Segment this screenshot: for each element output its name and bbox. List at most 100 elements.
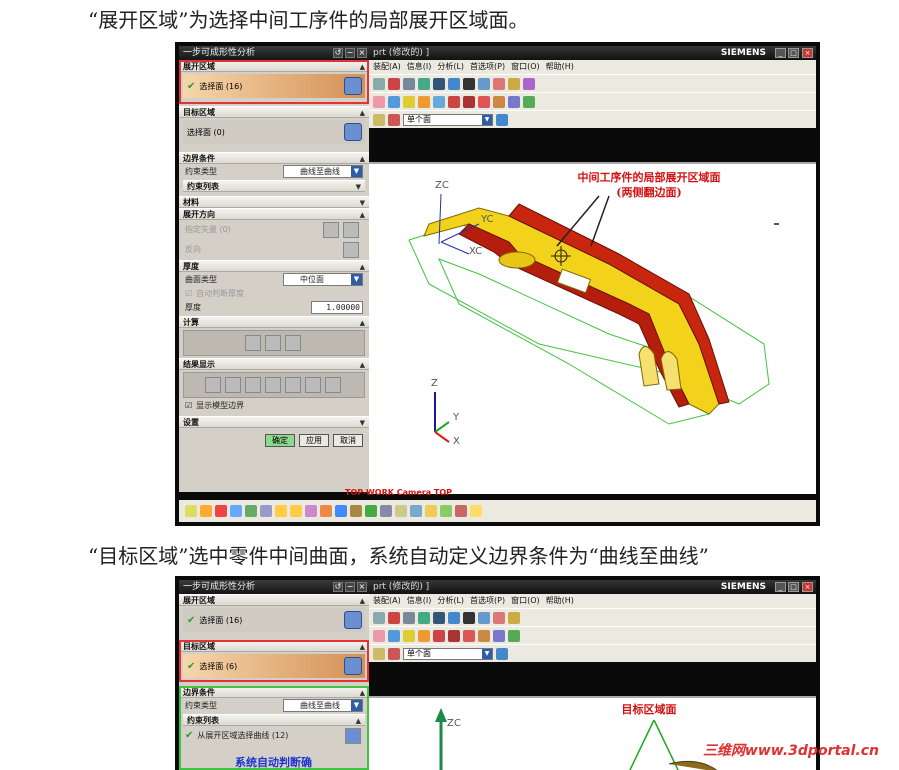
section-thickness[interactable]: 厚度 ▲ [179, 260, 369, 272]
menu-analysis[interactable]: 分析(L) [437, 594, 464, 608]
select-icon[interactable] [493, 611, 505, 624]
check-result-icon[interactable] [265, 335, 281, 351]
snap-icon[interactable] [508, 77, 520, 90]
cube-icon[interactable] [496, 647, 508, 660]
fit-icon[interactable] [403, 611, 415, 624]
minimize-icon[interactable]: − [345, 582, 355, 592]
result-icon-1[interactable] [205, 377, 221, 393]
cancel-button[interactable]: 取消 [333, 434, 363, 447]
analysis-icon[interactable] [508, 629, 520, 642]
close-icon[interactable]: × [357, 48, 367, 58]
snap-point-icon[interactable] [388, 647, 400, 660]
line-icon[interactable] [448, 95, 460, 108]
tool-icon-5[interactable] [245, 505, 257, 517]
tool-icon-9[interactable] [305, 505, 317, 517]
section-unfold-area-2[interactable]: 展开区域 ▲ [179, 594, 369, 606]
view-icon[interactable] [388, 611, 400, 624]
zoom-icon[interactable] [418, 77, 430, 90]
feature-icon-4[interactable] [418, 629, 430, 642]
menu-assembly[interactable]: 装配(A) [373, 594, 401, 608]
menu-info[interactable]: 信息(I) [407, 594, 432, 608]
undo-icon[interactable] [373, 77, 385, 90]
export-icon[interactable] [285, 335, 301, 351]
target-select-row[interactable]: 选择面 (0) [183, 120, 365, 144]
feature-icon-2[interactable] [388, 629, 400, 642]
feature-icon-1[interactable] [373, 629, 385, 642]
measure-icon[interactable] [493, 95, 505, 108]
minimize-icon[interactable]: − [345, 48, 355, 58]
tool-icon-14[interactable] [380, 505, 392, 517]
constraint-type-select[interactable]: 曲线至曲线 ▼ [283, 165, 363, 178]
result-icon-2[interactable] [225, 377, 241, 393]
section-results[interactable]: 结果显示 ▲ [179, 358, 369, 370]
shade-icon[interactable] [448, 77, 460, 90]
tool-icon-2[interactable] [200, 505, 212, 517]
surface-type-select[interactable]: 中位面 ▼ [283, 273, 363, 286]
tool-icon-1[interactable] [185, 505, 197, 517]
rotate-icon[interactable] [433, 77, 445, 90]
minimize-icon[interactable]: _ [775, 48, 786, 58]
tool-icon-15[interactable] [395, 505, 407, 517]
filter-icon[interactable] [523, 77, 535, 90]
view-icon[interactable] [388, 77, 400, 90]
tool-icon-7[interactable] [275, 505, 287, 517]
maximize-icon[interactable]: □ [788, 48, 799, 58]
surface-icon[interactable] [508, 95, 520, 108]
section-icon[interactable] [478, 77, 490, 90]
result-icon-3[interactable] [245, 377, 261, 393]
cube-icon[interactable] [496, 113, 508, 126]
select-mode-icon[interactable] [373, 647, 385, 660]
feature-icon-3[interactable] [403, 95, 415, 108]
select-icon[interactable] [493, 77, 505, 90]
tool-icon-11[interactable] [335, 505, 347, 517]
result-icon-4[interactable] [265, 377, 281, 393]
tool-icon-20[interactable] [470, 505, 482, 517]
vector-icon[interactable] [323, 222, 339, 238]
reset-icon[interactable]: ↺ [333, 582, 343, 592]
ok-button[interactable]: 确定 [265, 434, 295, 447]
menu-help[interactable]: 帮助(H) [546, 594, 574, 608]
menu-preferences[interactable]: 首选项(P) [470, 60, 505, 74]
tool-icon-3[interactable] [215, 505, 227, 517]
maximize-icon[interactable]: □ [788, 582, 799, 592]
menu-analysis[interactable]: 分析(L) [437, 60, 464, 74]
selection-filter-select[interactable]: 单个面 ▼ [403, 113, 493, 126]
menu-assembly[interactable]: 装配(A) [373, 60, 401, 74]
close-icon[interactable]: × [357, 582, 367, 592]
result-icon-6[interactable] [305, 377, 321, 393]
render-icon[interactable] [463, 611, 475, 624]
select-face-icon[interactable] [344, 611, 362, 629]
tool-icon-6[interactable] [260, 505, 272, 517]
undo-icon[interactable] [373, 611, 385, 624]
render-icon[interactable] [463, 77, 475, 90]
snap-icon[interactable] [508, 611, 520, 624]
feature-icon-4[interactable] [418, 95, 430, 108]
menu-preferences[interactable]: 首选项(P) [470, 594, 505, 608]
fit-icon[interactable] [403, 77, 415, 90]
section-settings[interactable]: 设置 ▼ [179, 416, 369, 428]
section-compute[interactable]: 计算 ▲ [179, 316, 369, 328]
section-boundary[interactable]: 边界条件 ▲ [179, 152, 369, 164]
close-icon[interactable]: × [802, 48, 813, 58]
surface-icon[interactable] [493, 629, 505, 642]
reverse-icon[interactable] [343, 242, 359, 258]
analysis-icon[interactable] [523, 95, 535, 108]
compute-icon[interactable] [245, 335, 261, 351]
section-target-area[interactable]: 目标区域 ▲ [179, 106, 369, 118]
minimize-icon[interactable]: _ [775, 582, 786, 592]
close-icon[interactable]: × [802, 582, 813, 592]
snap-point-icon[interactable] [388, 113, 400, 126]
result-icon-5[interactable] [285, 377, 301, 393]
measure-icon[interactable] [478, 629, 490, 642]
tool-icon-10[interactable] [320, 505, 332, 517]
tool-icon-16[interactable] [410, 505, 422, 517]
vector-dropdown-icon[interactable] [343, 222, 359, 238]
tool-icon-18[interactable] [440, 505, 452, 517]
menu-help[interactable]: 帮助(H) [546, 60, 574, 74]
menu-window[interactable]: 窗口(O) [511, 594, 540, 608]
feature-icon-2[interactable] [388, 95, 400, 108]
menu-info[interactable]: 信息(I) [407, 60, 432, 74]
curve-icon[interactable] [463, 629, 475, 642]
select-mode-icon[interactable] [373, 113, 385, 126]
line-icon[interactable] [433, 629, 445, 642]
